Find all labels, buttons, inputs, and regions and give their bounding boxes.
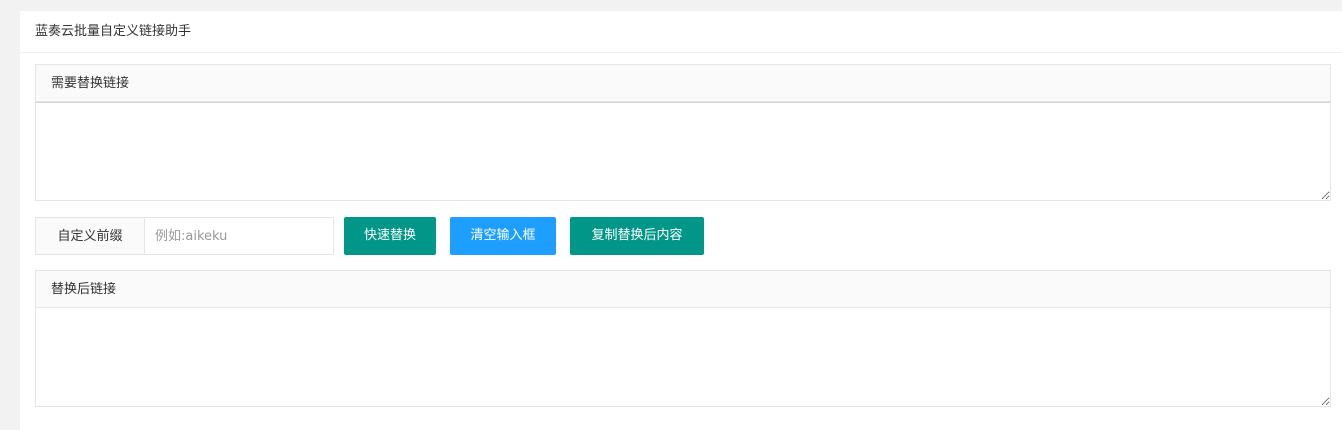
controls-row: 自定义前缀 快速替换 清空输入框 复制替换后内容	[35, 217, 704, 255]
copy-result-button[interactable]: 复制替换后内容	[570, 217, 704, 255]
output-links-textarea[interactable]	[36, 308, 1330, 406]
main-card: 蓝奏云批量自定义链接助手 需要替换链接 自定义前缀 快速替换 清空输入框 复制替…	[20, 11, 1342, 430]
prefix-label: 自定义前缀	[35, 217, 144, 255]
output-links-panel: 替换后链接	[35, 270, 1331, 407]
prefix-input[interactable]	[144, 217, 334, 255]
input-links-panel: 需要替换链接	[35, 64, 1331, 201]
page-title: 蓝奏云批量自定义链接助手	[20, 11, 1342, 53]
clear-input-button[interactable]: 清空输入框	[450, 217, 556, 255]
input-links-textarea[interactable]	[36, 102, 1330, 200]
input-links-title: 需要替换链接	[36, 65, 1330, 102]
output-links-title: 替换后链接	[36, 271, 1330, 308]
quick-replace-button[interactable]: 快速替换	[344, 217, 436, 255]
